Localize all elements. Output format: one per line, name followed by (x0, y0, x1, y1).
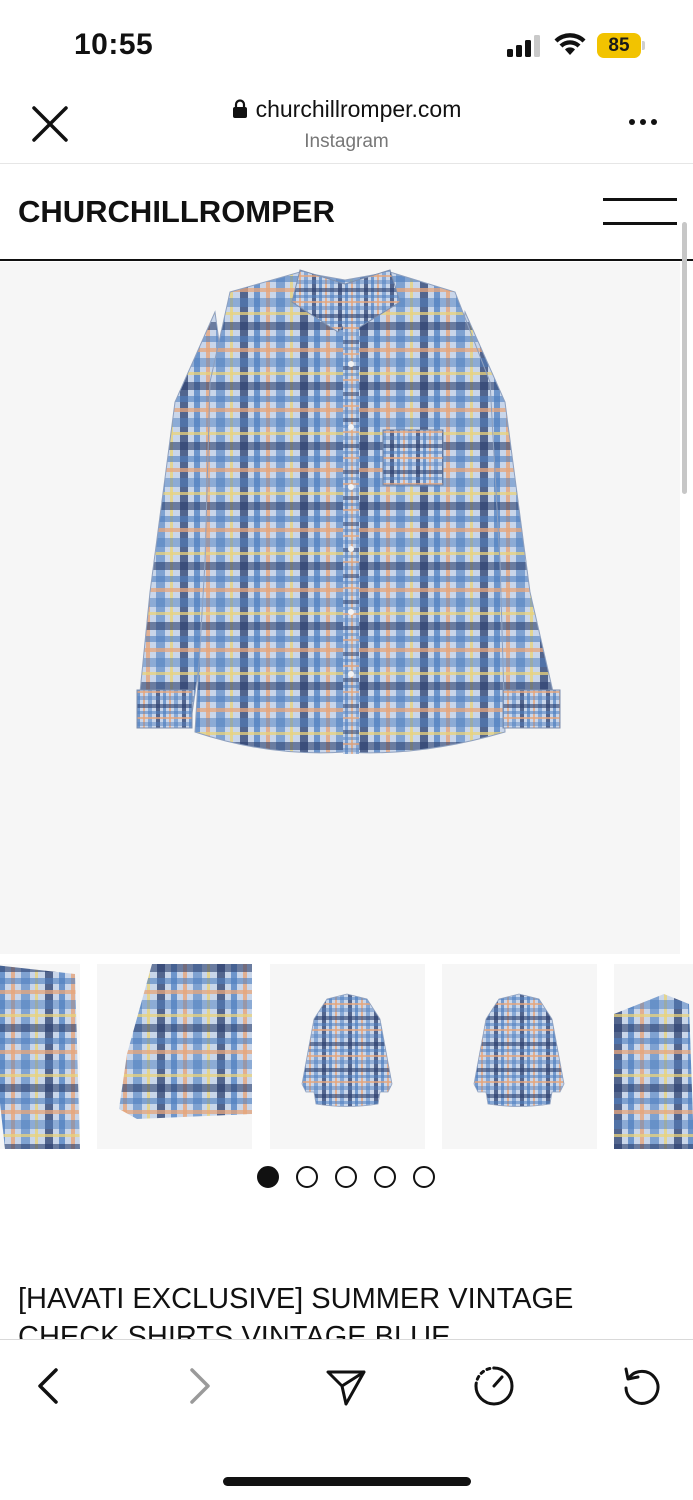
more-icon[interactable] (624, 110, 662, 134)
carousel-pagination (0, 1166, 693, 1190)
page-scrollbar[interactable] (682, 222, 687, 494)
carousel-dot-3[interactable] (335, 1166, 357, 1188)
home-indicator[interactable] (223, 1477, 471, 1486)
share-icon[interactable] (324, 1364, 368, 1408)
source-app-label: Instagram (304, 131, 389, 152)
thumbnail-image (0, 965, 80, 1149)
thumbnail-item[interactable] (614, 964, 693, 1149)
back-arrow-icon[interactable] (28, 1364, 72, 1408)
carousel-dot-1[interactable] (257, 1166, 279, 1188)
signal-icon (507, 35, 540, 57)
in-app-browser-header: churchillromper.com Instagram (0, 88, 693, 164)
site-header: CHURCHILLROMPER (0, 164, 693, 261)
status-bar: 10:55 85 (0, 0, 693, 88)
carousel-dot-2[interactable] (296, 1166, 318, 1188)
lock-icon (232, 99, 247, 118)
url-text: churchillromper.com (255, 96, 462, 122)
forward-arrow-icon[interactable] (176, 1364, 220, 1408)
url-display[interactable]: churchillromper.com (0, 96, 693, 123)
thumbnail-image (614, 994, 693, 1149)
carousel-dot-5[interactable] (413, 1166, 435, 1188)
hamburger-menu-icon[interactable] (603, 194, 677, 230)
thumbnail-item[interactable] (97, 964, 252, 1149)
battery-icon: 85 (597, 33, 645, 58)
carousel-dot-4[interactable] (374, 1166, 396, 1188)
browser-toolbar (0, 1339, 693, 1500)
battery-level: 85 (608, 35, 630, 56)
thumbnail-item[interactable] (270, 964, 425, 1149)
wifi-icon (554, 33, 586, 55)
thumbnail-item[interactable] (0, 964, 80, 1149)
refresh-icon[interactable] (620, 1364, 664, 1408)
status-time: 10:55 (74, 28, 154, 61)
battery-tip (642, 41, 645, 50)
brand-logo[interactable]: CHURCHILLROMPER (18, 194, 335, 230)
thumbnail-image (301, 993, 393, 1107)
shirt-image (136, 269, 561, 754)
thumbnail-item[interactable] (442, 964, 597, 1149)
menu-line (603, 198, 677, 201)
thumbnail-image (473, 993, 565, 1107)
menu-line (603, 222, 677, 225)
speed-dial-icon[interactable] (472, 1364, 516, 1408)
thumbnail-image (119, 964, 252, 1119)
thumbnail-strip[interactable] (0, 964, 693, 1149)
product-main-image[interactable] (0, 262, 680, 954)
